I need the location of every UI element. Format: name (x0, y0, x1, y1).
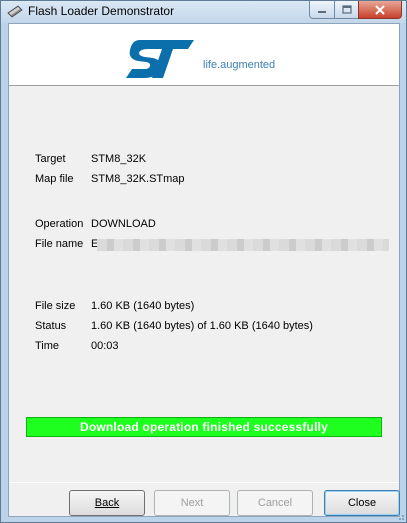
status-label: Status (35, 320, 67, 332)
operation-label: Operation (35, 218, 84, 230)
back-button[interactable]: Back (69, 490, 145, 516)
time-label: Time (35, 340, 60, 352)
file-size-value: 1.60 KB (1640 bytes) (91, 300, 195, 312)
operation-value: DOWNLOAD (91, 218, 156, 230)
app-icon (7, 5, 23, 18)
cancel-button-label: Cancel (257, 497, 293, 509)
minimize-button[interactable] (309, 1, 335, 19)
success-banner: Download operation finished successfully (26, 417, 382, 437)
back-button-label: Back (94, 497, 120, 509)
close-window-button[interactable] (358, 1, 402, 19)
next-button[interactable]: Next (154, 490, 230, 516)
brand-tagline: life.augmented (203, 59, 276, 71)
window-title: Flash Loader Demonstrator (28, 4, 175, 18)
next-button-label: Next (180, 497, 204, 509)
main-window: Flash Loader Demonstrator life.augmented… (0, 0, 407, 523)
target-value: STM8_32K (91, 153, 147, 165)
map-file-value: STM8_32K.STmap (91, 173, 185, 185)
close-icon (375, 4, 385, 15)
file-size-label: File size (35, 300, 76, 312)
maximize-button[interactable] (334, 1, 359, 19)
st-logo-icon (126, 40, 194, 78)
target-label: Target (35, 153, 66, 165)
minimize-icon (318, 10, 326, 13)
redacted-path (97, 239, 389, 251)
wizard-panel: life.augmented Target STM8_32K Map file … (8, 23, 400, 517)
title-bar[interactable]: Flash Loader Demonstrator (1, 1, 406, 23)
map-file-label: Map file (35, 173, 74, 185)
button-separator (9, 482, 399, 483)
header-band: life.augmented (9, 24, 399, 86)
file-name-label: File name (35, 238, 84, 250)
close-button-label: Close (347, 497, 377, 509)
maximize-icon (341, 5, 352, 14)
resize-grip-icon[interactable] (395, 511, 405, 521)
close-button[interactable]: Close (324, 490, 400, 516)
file-name-row: File name E (35, 238, 389, 252)
time-value: 00:03 (91, 340, 119, 352)
cancel-button[interactable]: Cancel (237, 490, 313, 516)
status-value: 1.60 KB (1640 bytes) of 1.60 KB (1640 by… (91, 320, 313, 332)
